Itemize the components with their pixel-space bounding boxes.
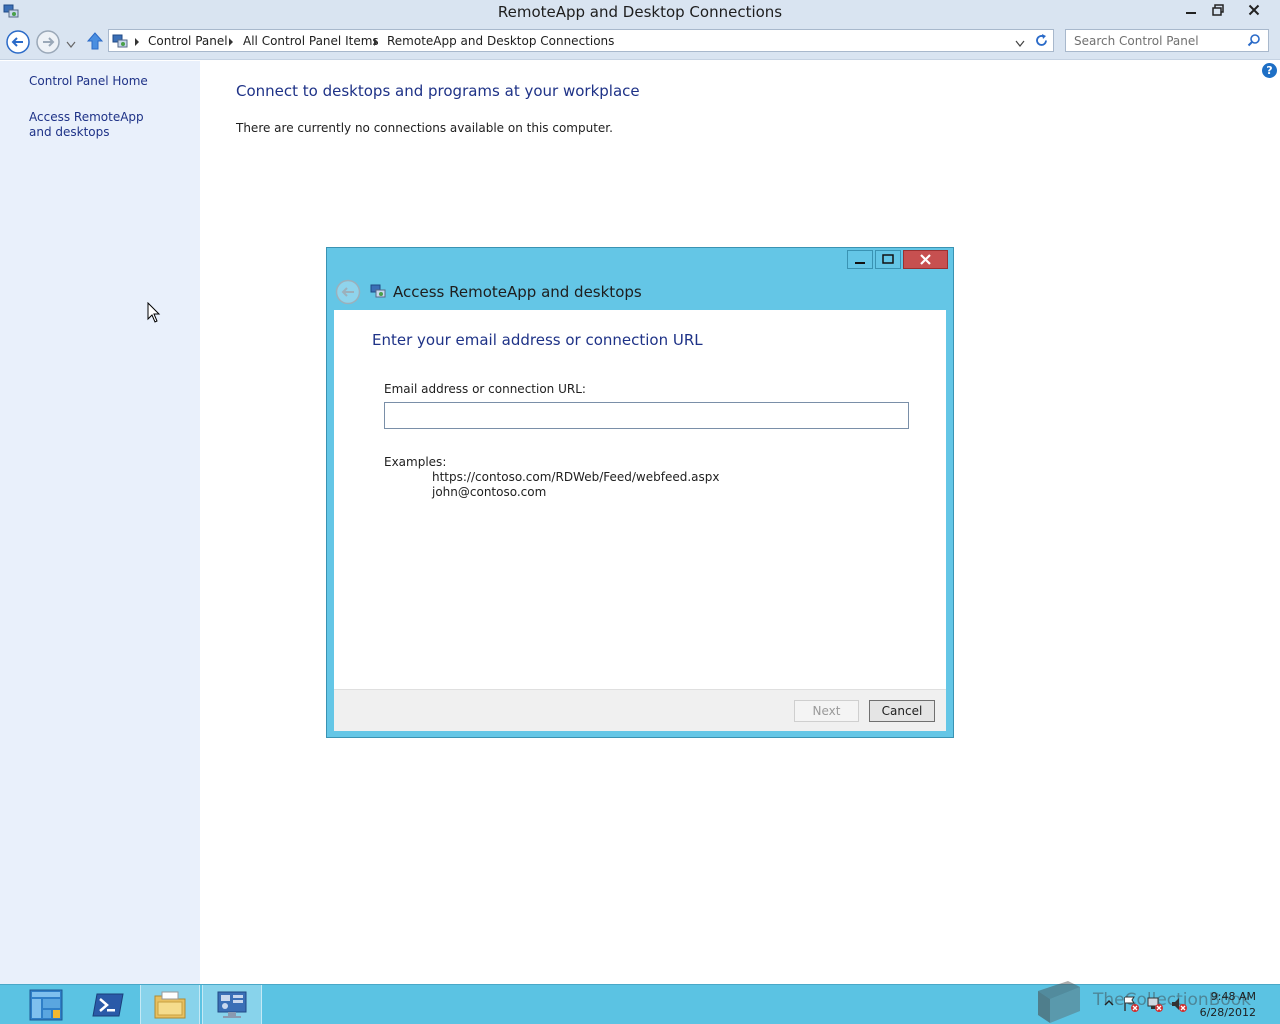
breadcrumb-control-panel[interactable]: Control Panel	[148, 34, 228, 48]
taskbar: TheCollectionBook 9:48 AM 6/28/2012	[0, 981, 1280, 1024]
restore-button[interactable]	[1204, 0, 1232, 20]
control-panel-taskbar-icon[interactable]	[202, 985, 262, 1024]
action-center-flag-icon[interactable]	[1122, 995, 1140, 1016]
dialog-close-button[interactable]	[903, 250, 948, 269]
sidebar-item-access-remoteapp[interactable]: Access RemoteApp and desktops	[29, 110, 169, 140]
remoteapp-icon	[370, 283, 386, 302]
dialog-footer: Next Cancel	[334, 689, 946, 731]
volume-icon[interactable]	[1170, 995, 1188, 1016]
forward-button[interactable]	[36, 30, 60, 54]
server-manager-taskbar-icon[interactable]	[16, 985, 76, 1024]
clock-date[interactable]: 6/28/2012	[1196, 1006, 1256, 1019]
sidebar: Control Panel Home Access RemoteApp and …	[0, 61, 200, 984]
minimize-button[interactable]	[1177, 0, 1205, 20]
watermark-book-logo	[1030, 977, 1086, 1024]
back-button[interactable]	[6, 30, 30, 54]
cancel-button[interactable]: Cancel	[869, 700, 935, 722]
navigation-bar: Control Panel All Control Panel Items Re…	[0, 22, 1280, 60]
breadcrumb-separator-icon[interactable]	[229, 38, 233, 46]
close-button[interactable]	[1240, 0, 1268, 20]
window-title: RemoteApp and Desktop Connections	[497, 3, 783, 21]
file-explorer-taskbar-icon[interactable]	[140, 985, 200, 1024]
search-box[interactable]	[1065, 29, 1269, 52]
search-icon[interactable]	[1247, 33, 1261, 50]
breadcrumb-remoteapp[interactable]: RemoteApp and Desktop Connections	[387, 34, 614, 48]
email-or-url-input[interactable]	[384, 402, 909, 429]
dialog-body: Enter your email address or connection U…	[334, 310, 946, 689]
dialog-minimize-button[interactable]	[847, 250, 873, 269]
powershell-taskbar-icon[interactable]	[78, 985, 138, 1024]
dialog-back-button[interactable]	[335, 279, 361, 308]
dialog-heading: Enter your email address or connection U…	[372, 331, 703, 349]
access-remoteapp-dialog: Access RemoteApp and desktops Enter your…	[326, 247, 954, 738]
up-arrow-icon[interactable]	[86, 31, 104, 54]
recent-pages-chevron-down-icon[interactable]	[66, 38, 76, 52]
mouse-cursor-icon	[147, 301, 161, 327]
address-bar[interactable]: Control Panel All Control Panel Items Re…	[108, 29, 1054, 52]
dialog-title: Access RemoteApp and desktops	[393, 283, 642, 301]
clock-time[interactable]: 9:48 AM	[1200, 990, 1256, 1003]
show-hidden-icons-chevron-up-icon[interactable]	[1104, 997, 1114, 1011]
dialog-maximize-button[interactable]	[875, 250, 901, 269]
help-icon[interactable]: ?	[1262, 63, 1277, 78]
page-heading: Connect to desktops and programs at your…	[236, 82, 640, 100]
example-url: https://contoso.com/RDWeb/Feed/webfeed.a…	[432, 470, 720, 484]
window-title-bar: RemoteApp and Desktop Connections	[0, 0, 1280, 22]
url-field-label: Email address or connection URL:	[384, 382, 586, 396]
next-button[interactable]: Next	[794, 700, 859, 722]
refresh-icon[interactable]	[1034, 33, 1049, 51]
network-icon[interactable]	[1146, 995, 1164, 1016]
breadcrumb-all-items[interactable]: All Control Panel Items	[243, 34, 379, 48]
search-input[interactable]	[1066, 30, 1244, 51]
control-panel-icon	[112, 33, 128, 52]
address-history-chevron-down-icon[interactable]	[1015, 37, 1025, 51]
status-text: There are currently no connections avail…	[236, 121, 613, 135]
breadcrumb-separator-icon[interactable]	[135, 38, 139, 46]
examples-label: Examples:	[384, 455, 447, 469]
sidebar-item-control-panel-home[interactable]: Control Panel Home	[29, 74, 179, 89]
example-email: john@contoso.com	[432, 485, 547, 499]
breadcrumb-separator-icon[interactable]	[374, 38, 378, 46]
